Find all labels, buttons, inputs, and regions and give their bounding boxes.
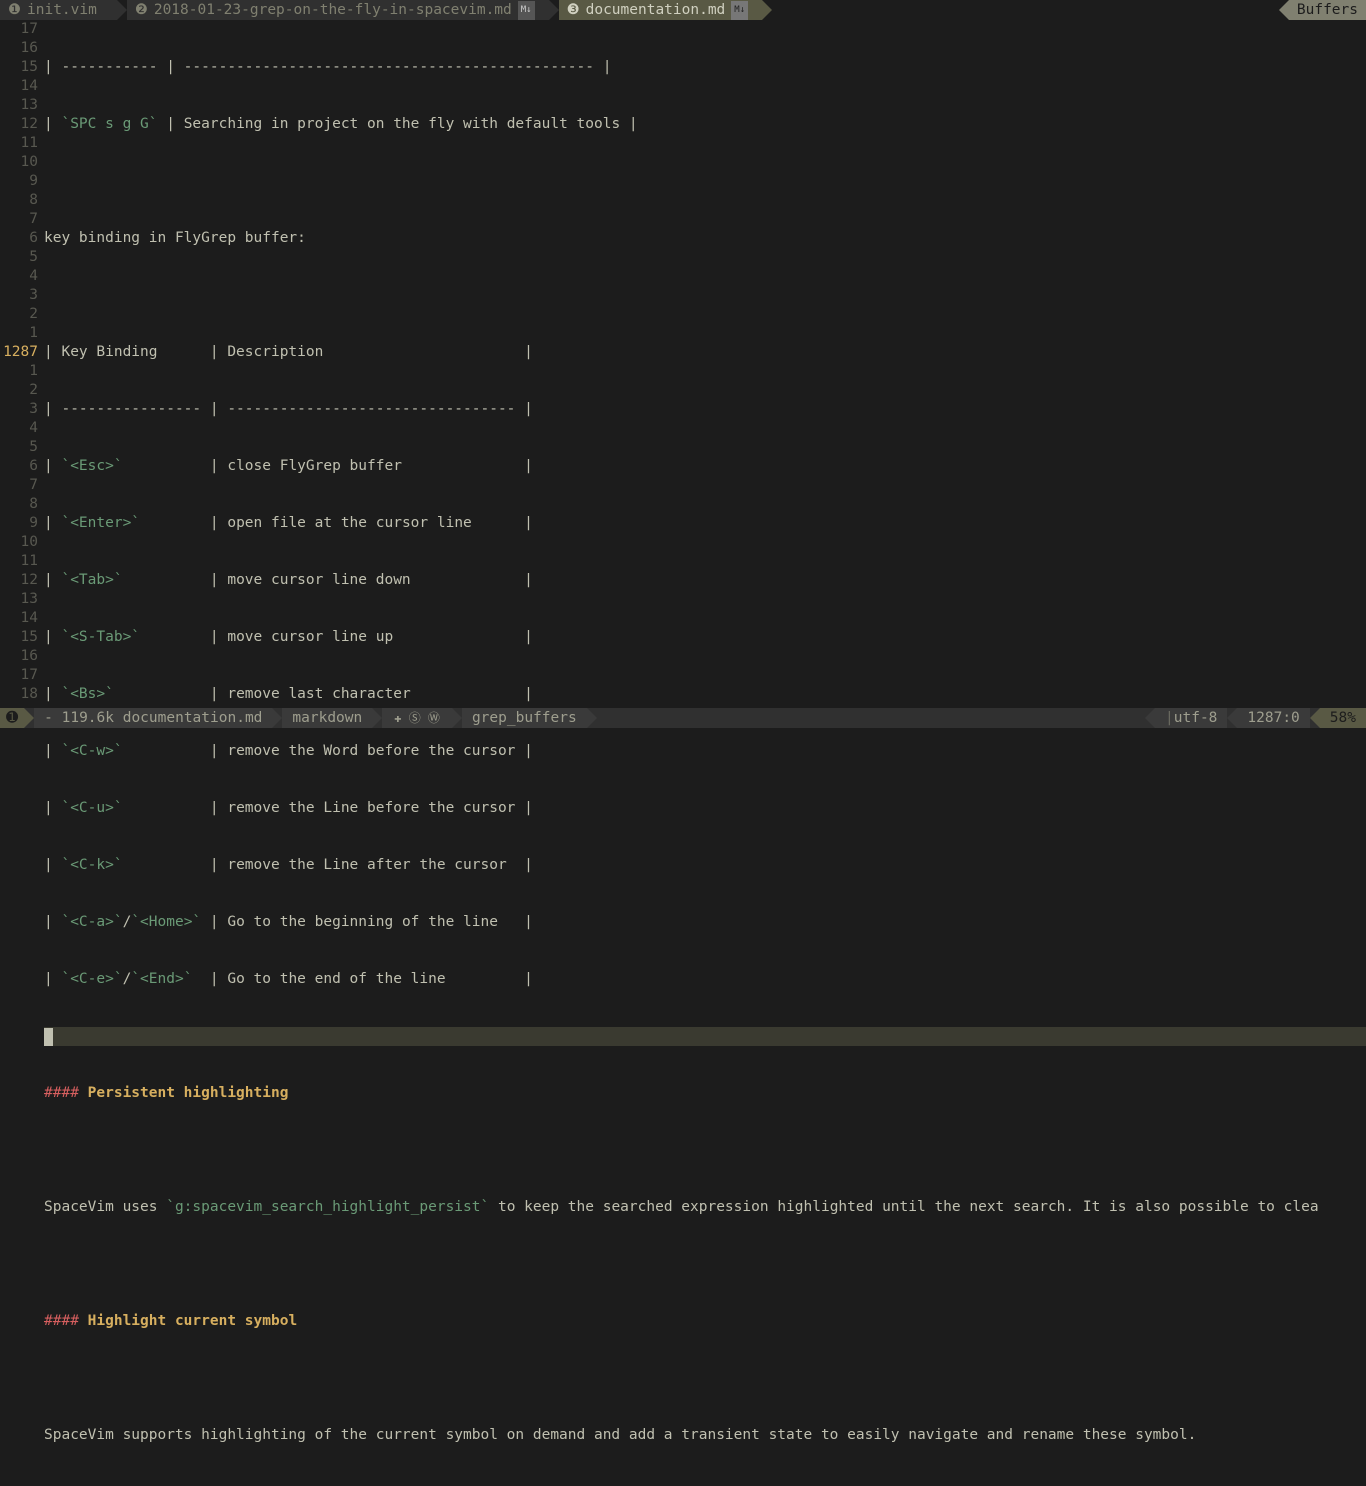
status-window-number: ➊ [0,708,24,728]
buffers-label[interactable]: Buffers [1289,0,1366,20]
cursor-line [44,1027,1366,1046]
status-file-info: - 119.6k documentation.md [34,708,272,728]
editor[interactable]: 17 16 15 14 13 12 11 10 9 8 7 6 5 4 3 2 … [0,20,1366,1486]
status-percent: 58% [1320,708,1366,728]
code-area[interactable]: | ----------- | ------------------------… [44,20,1366,1486]
status-filetype: markdown [282,708,372,728]
current-line-number: 1287 [0,343,38,362]
status-flags: ✚ Ⓢ Ⓦ [382,708,452,728]
cursor [44,1028,53,1046]
markdown-icon: M↓ [731,1,748,20]
status-git-branch: grep_buffers [462,708,587,728]
markdown-icon: M↓ [518,1,535,20]
status-position: 1287:0 [1237,708,1309,728]
tab-bar: ❶ init.vim ❷ 2018-01-23-grep-on-the-fly-… [0,0,1366,20]
tab-grep-post[interactable]: ❷ 2018-01-23-grep-on-the-fly-in-spacevim… [127,0,549,20]
tab-documentation[interactable]: ❸ documentation.md M↓ [559,0,763,20]
gutter: 17 16 15 14 13 12 11 10 9 8 7 6 5 4 3 2 … [0,20,44,1486]
tab-init-vim[interactable]: ❶ init.vim [0,0,117,20]
status-bar: ➊ - 119.6k documentation.md markdown ✚ Ⓢ… [0,708,1366,728]
status-os: | utf-8 [1155,708,1227,728]
